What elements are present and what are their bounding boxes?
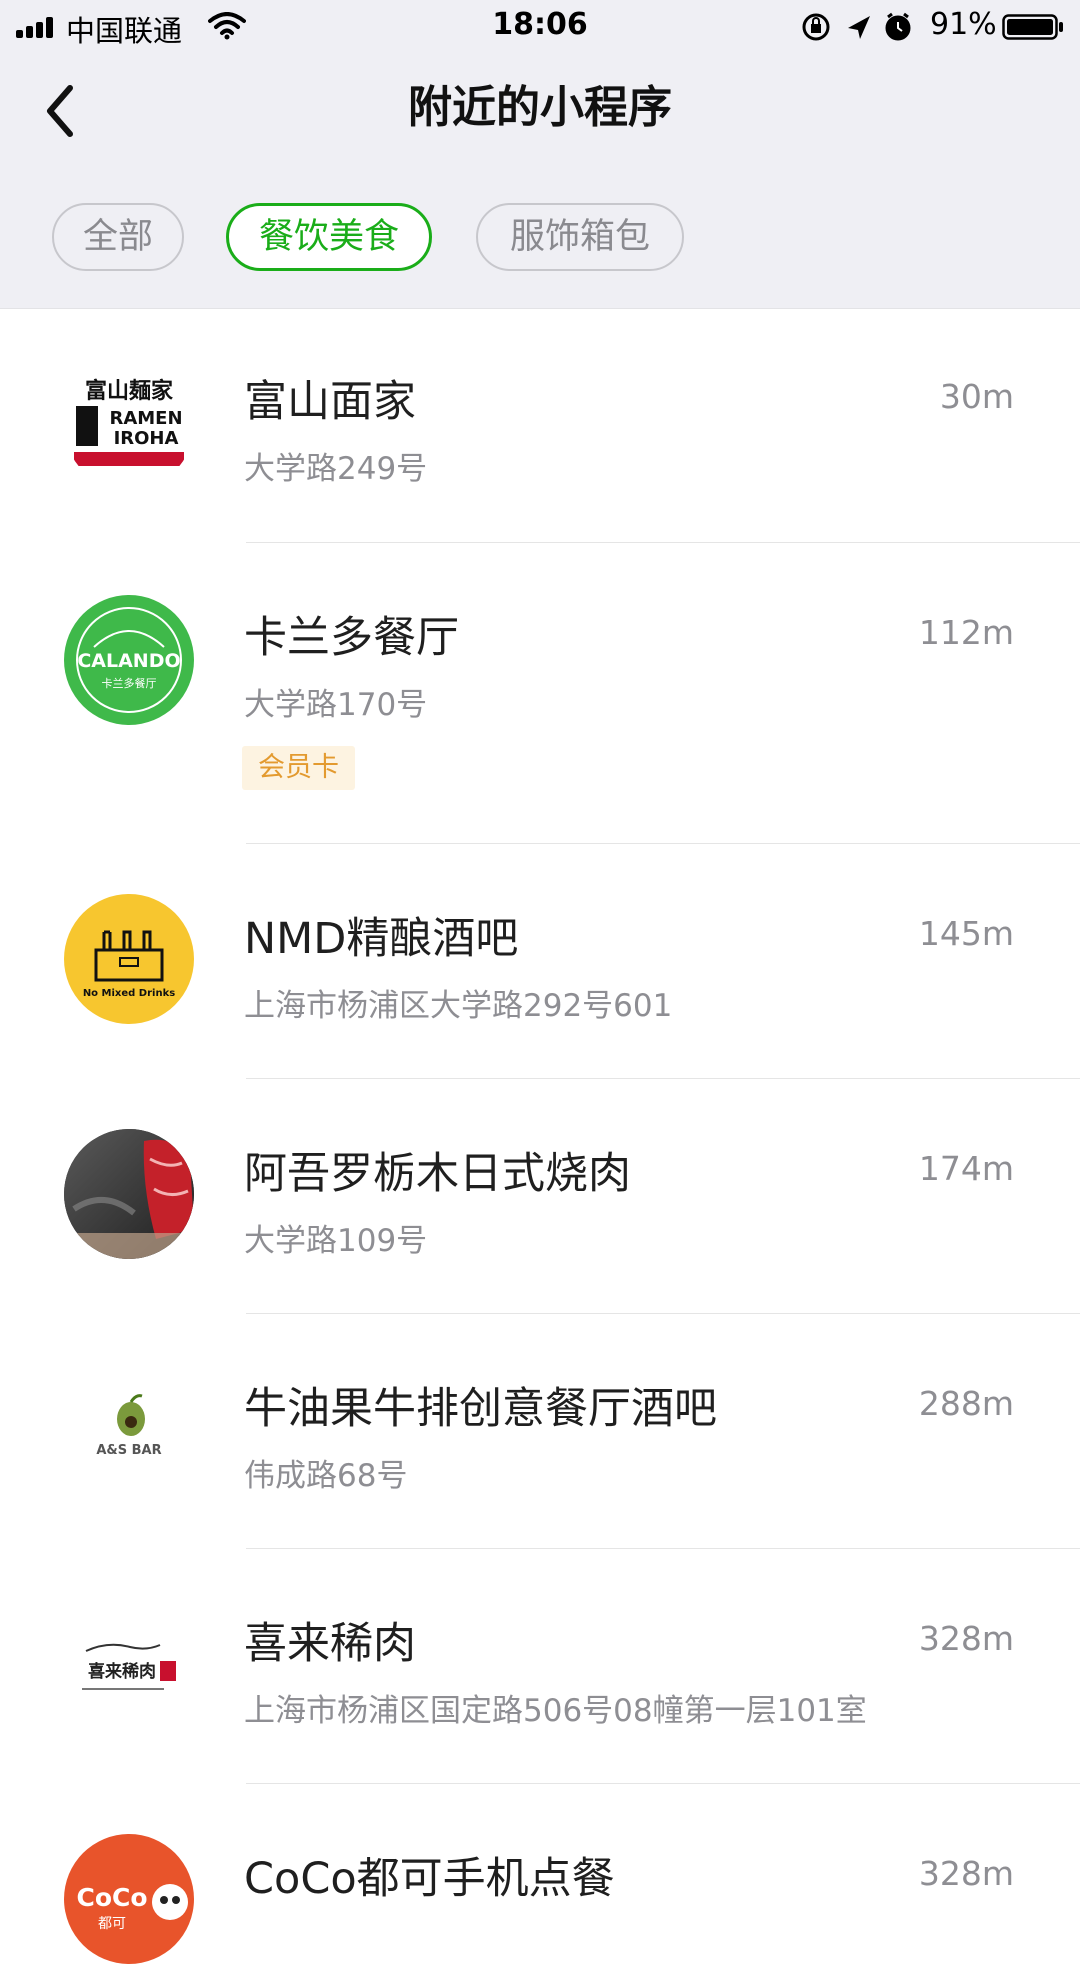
list-item[interactable]: CoCo 都可 CoCo都可手机点餐 328m bbox=[0, 1784, 1080, 1964]
restaurant-name: NMD精酿酒吧 bbox=[244, 914, 519, 964]
restaurant-address: 上海市杨浦区大学路292号601 bbox=[244, 988, 673, 1024]
tab-food[interactable]: 餐饮美食 bbox=[226, 203, 432, 271]
list-item[interactable]: CALANDO 卡兰多餐厅 卡兰多餐厅 大学路170号 112m 会员卡 bbox=[0, 543, 1080, 844]
header-area: 中国联通 18:06 91% 附近的小程序 全部 餐饮美食 服饰箱包 bbox=[0, 0, 1080, 309]
svg-text:No Mixed Drinks: No Mixed Drinks bbox=[83, 988, 175, 999]
restaurant-name: 富山面家 bbox=[244, 377, 416, 427]
status-bar: 中国联通 18:06 91% bbox=[0, 0, 1080, 54]
clock: 18:06 bbox=[492, 7, 588, 42]
list-item[interactable]: 富山麺家 RAMEN IROHA 富山面家 大学路249号 30m bbox=[0, 309, 1080, 543]
restaurant-distance: 145m bbox=[918, 914, 1014, 953]
restaurant-logo bbox=[64, 1129, 194, 1259]
restaurant-logo: A&S BAR bbox=[64, 1364, 194, 1494]
svg-text:A&S BAR: A&S BAR bbox=[96, 1443, 161, 1458]
svg-text:喜来稀肉: 喜来稀肉 bbox=[88, 1661, 156, 1682]
restaurant-distance: 328m bbox=[918, 1854, 1014, 1893]
restaurant-address: 上海市杨浦区国定路506号08幢第一层101室 bbox=[244, 1693, 867, 1729]
restaurant-distance: 328m bbox=[918, 1619, 1014, 1658]
restaurant-logo: 富山麺家 RAMEN IROHA bbox=[64, 360, 194, 490]
wifi-icon bbox=[208, 12, 246, 40]
svg-text:卡兰多餐厅: 卡兰多餐厅 bbox=[102, 676, 157, 690]
status-icons bbox=[802, 12, 911, 41]
location-arrow-icon bbox=[848, 16, 870, 39]
restaurant-logo: CoCo 都可 bbox=[64, 1834, 194, 1964]
battery-percent: 91% bbox=[930, 7, 997, 42]
signal-icon bbox=[16, 16, 60, 38]
carrier-label: 中国联通 bbox=[66, 14, 183, 48]
svg-text:RAMEN: RAMEN bbox=[109, 408, 182, 429]
restaurant-distance: 30m bbox=[939, 377, 1014, 416]
restaurant-logo: 喜来稀肉 bbox=[64, 1599, 194, 1729]
tab-apparel[interactable]: 服饰箱包 bbox=[476, 203, 684, 271]
alarm-icon bbox=[885, 12, 911, 41]
battery-icon bbox=[1002, 14, 1063, 40]
membership-card-badge: 会员卡 bbox=[242, 746, 355, 790]
restaurant-distance: 112m bbox=[918, 613, 1014, 652]
restaurant-logo: CALANDO 卡兰多餐厅 bbox=[64, 595, 194, 725]
restaurant-name: 阿吾罗栃木日式烧肉 bbox=[244, 1149, 631, 1199]
list-item[interactable]: 阿吾罗栃木日式烧肉 大学路109号 174m bbox=[0, 1079, 1080, 1314]
svg-text:CALANDO: CALANDO bbox=[77, 650, 180, 672]
restaurant-address: 伟成路68号 bbox=[244, 1458, 408, 1494]
restaurant-distance: 288m bbox=[918, 1384, 1014, 1423]
svg-text:都可: 都可 bbox=[98, 1916, 126, 1932]
restaurant-logo: No Mixed Drinks bbox=[64, 894, 194, 1024]
orientation-lock-icon bbox=[802, 13, 830, 41]
tab-all[interactable]: 全部 bbox=[52, 203, 184, 271]
list-item[interactable]: No Mixed Drinks NMD精酿酒吧 上海市杨浦区大学路292号601… bbox=[0, 844, 1080, 1079]
restaurant-address: 大学路170号 bbox=[244, 687, 428, 723]
restaurant-name: 牛油果牛排创意餐厅酒吧 bbox=[244, 1384, 717, 1434]
svg-text:IROHA: IROHA bbox=[114, 428, 179, 449]
chevron-left-icon bbox=[47, 85, 73, 137]
restaurant-name: 卡兰多餐厅 bbox=[244, 613, 459, 663]
list-item[interactable]: 喜来稀肉 喜来稀肉 上海市杨浦区国定路506号08幢第一层101室 328m bbox=[0, 1549, 1080, 1784]
restaurant-distance: 174m bbox=[918, 1149, 1014, 1188]
svg-text:CoCo: CoCo bbox=[76, 1883, 147, 1912]
page-title: 附近的小程序 bbox=[408, 82, 672, 133]
restaurant-name: 喜来稀肉 bbox=[244, 1619, 416, 1669]
restaurant-address: 大学路109号 bbox=[244, 1223, 428, 1259]
svg-text:富山麺家: 富山麺家 bbox=[85, 378, 174, 404]
list-item[interactable]: A&S BAR 牛油果牛排创意餐厅酒吧 伟成路68号 288m bbox=[0, 1314, 1080, 1549]
restaurant-address: 大学路249号 bbox=[244, 451, 428, 487]
restaurant-name: CoCo都可手机点餐 bbox=[244, 1854, 615, 1904]
back-button[interactable] bbox=[34, 76, 94, 146]
